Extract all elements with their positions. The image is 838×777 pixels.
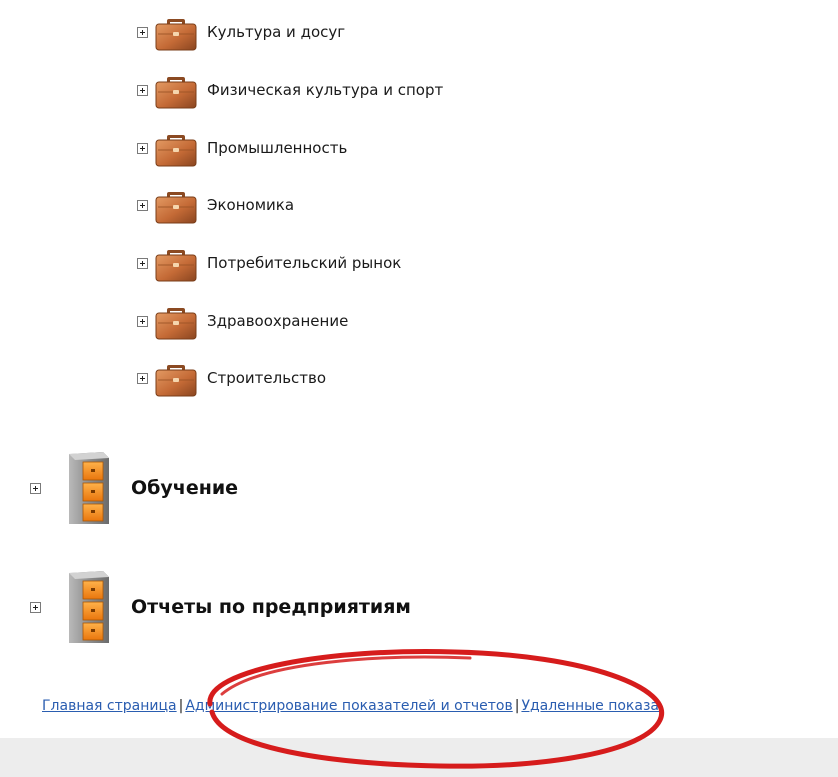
expand-plus-icon[interactable] bbox=[137, 315, 148, 327]
expand-plus-icon[interactable] bbox=[30, 482, 41, 494]
section-enterprise-reports[interactable]: Отчеты по предприятиям bbox=[30, 562, 411, 652]
tree-item-healthcare[interactable]: Здравоохранение bbox=[137, 301, 348, 341]
home-link[interactable]: Главная страница bbox=[42, 698, 177, 714]
expand-plus-icon[interactable] bbox=[137, 142, 148, 154]
tree-item-label: Промышленность bbox=[207, 139, 348, 157]
expand-plus-icon[interactable] bbox=[137, 257, 148, 269]
section-label: Отчеты по предприятиям bbox=[131, 596, 411, 618]
separator: | bbox=[178, 698, 184, 714]
admin-indicators-link[interactable]: Администрирование показателей и отчетов bbox=[185, 698, 512, 714]
briefcase-icon bbox=[154, 243, 198, 283]
tree-item-label: Культура и досуг bbox=[207, 23, 346, 41]
tree-item-consumer-market[interactable]: Потребительский рынок bbox=[137, 243, 401, 283]
tree-item-construction[interactable]: Строительство bbox=[137, 358, 326, 398]
tree-item-economy[interactable]: Экономика bbox=[137, 185, 294, 225]
tree-item-label: Экономика bbox=[207, 196, 295, 214]
briefcase-icon bbox=[154, 128, 198, 168]
file-cabinet-icon bbox=[63, 450, 113, 526]
tree-item-sport[interactable]: Физическая культура и спорт bbox=[137, 70, 443, 110]
tree-item-culture[interactable]: Культура и досуг bbox=[137, 12, 345, 52]
footer-nav: Главная страница | Администрирование показ… bbox=[42, 698, 838, 722]
tree-item-label: Потребительский рынок bbox=[207, 254, 402, 272]
tree-item-industry[interactable]: Промышленность bbox=[137, 128, 347, 168]
expand-plus-icon[interactable] bbox=[137, 199, 148, 211]
separator: | bbox=[514, 698, 520, 714]
tree-item-label: Физическая культура и спорт bbox=[207, 81, 444, 99]
expand-plus-icon[interactable] bbox=[30, 601, 41, 613]
briefcase-icon bbox=[154, 185, 198, 225]
briefcase-icon bbox=[154, 301, 198, 341]
bottom-bar bbox=[0, 738, 838, 777]
briefcase-icon bbox=[154, 358, 198, 398]
tree-item-label: Строительство bbox=[207, 369, 327, 387]
section-training[interactable]: Обучение bbox=[30, 443, 238, 533]
expand-plus-icon[interactable] bbox=[137, 372, 148, 384]
deleted-indicators-link[interactable]: Удаленные показа bbox=[521, 698, 659, 714]
expand-plus-icon[interactable] bbox=[137, 26, 148, 38]
section-label: Обучение bbox=[131, 477, 239, 499]
tree-item-label: Здравоохранение bbox=[207, 312, 349, 330]
briefcase-icon bbox=[154, 12, 198, 52]
briefcase-icon bbox=[154, 70, 198, 110]
file-cabinet-icon bbox=[63, 569, 113, 645]
annotation-ellipse bbox=[207, 649, 665, 769]
expand-plus-icon[interactable] bbox=[137, 84, 148, 96]
